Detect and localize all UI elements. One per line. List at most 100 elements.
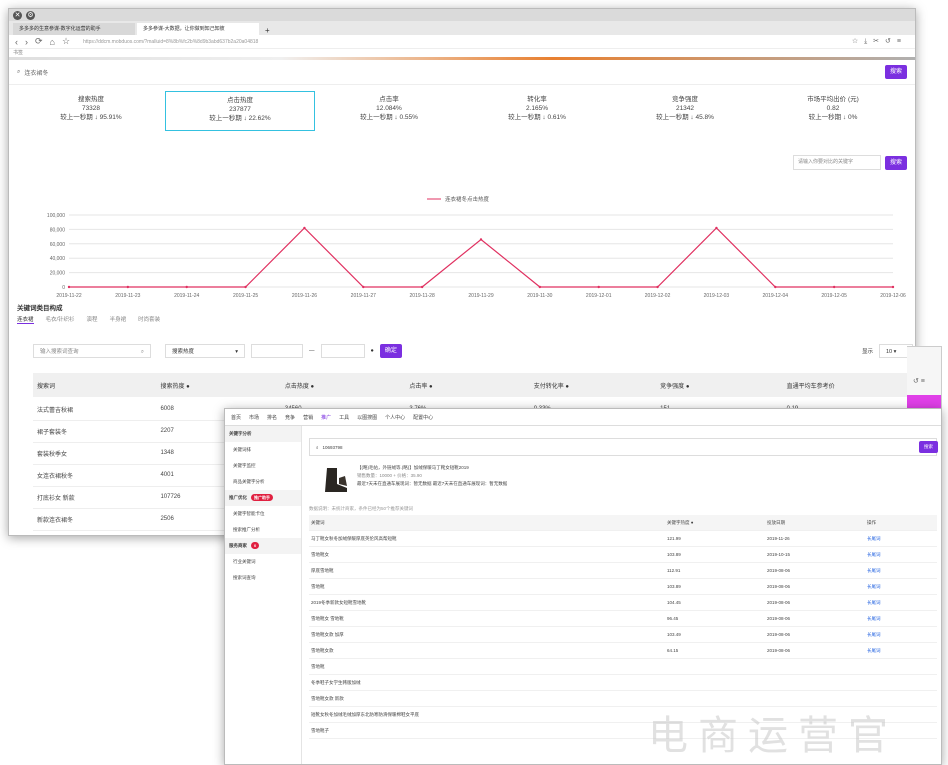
nav-item[interactable]: 排名 [267, 414, 277, 421]
header-competition[interactable]: 竞争强度 ● [660, 381, 786, 390]
data-point[interactable] [362, 285, 365, 289]
data-point[interactable] [715, 226, 718, 230]
confirm-button[interactable]: 确定 [379, 344, 402, 358]
tab-2[interactable]: 多多参谋-大数据，让你做到知己知彼 [137, 23, 259, 35]
header-search-heat[interactable]: 搜索热度 ● [160, 381, 284, 390]
long-tail-link[interactable]: 长尾词 [867, 584, 881, 590]
overlay-table-row[interactable]: 冬季鞋子女学生韩版加绒 [309, 675, 937, 691]
tab-category-dress[interactable]: 连衣裙 [17, 315, 34, 324]
reload-icon[interactable]: ⟳ [35, 36, 43, 47]
overlay-table-row[interactable]: 雪地靴女款 64.15 2019-08-06 长尾词 [309, 643, 937, 659]
header-click-heat[interactable]: 点击热度 ● [285, 381, 409, 390]
nav-item[interactable]: 竞争 [285, 414, 295, 421]
search-button[interactable]: 搜索 [884, 65, 907, 79]
nav-item[interactable]: 首页 [231, 414, 241, 421]
keyword-filter-input[interactable]: 输入搜索词查询 ⌕ [33, 344, 151, 358]
side-menu-group[interactable]: 服务商家 0 [225, 538, 301, 554]
long-tail-link[interactable]: 长尾词 [867, 632, 881, 638]
close-window-icon[interactable]: ✕ [13, 10, 22, 20]
overlay-table-row[interactable]: 厚底雪地靴 112.91 2019-08-06 长尾词 [309, 563, 937, 579]
overlay-table-row[interactable]: 雪地靴子 [309, 723, 937, 739]
data-point[interactable] [832, 285, 836, 289]
data-point[interactable] [479, 238, 483, 241]
data-point[interactable] [67, 285, 71, 289]
overlay-table-row[interactable]: 2019冬季新款女短靴雪地靴 104.45 2019-08-06 长尾词 [309, 595, 937, 611]
metric-select[interactable]: 搜索热度 ▾ [165, 344, 245, 358]
chart-legend[interactable]: 连衣裙冬点击热度 [445, 195, 490, 203]
long-tail-link[interactable]: 长尾词 [867, 616, 881, 622]
overlay-table-row[interactable]: 短靴女秋冬加绒毛绒加厚东北防寒防滑保暖棉鞋女平底 [309, 707, 937, 723]
side-menu-group[interactable]: 关键字分析 [225, 426, 301, 442]
header-ctr[interactable]: 点击率 ● [409, 381, 533, 390]
settings-icon[interactable]: ⚙ [26, 10, 35, 20]
product-id-input[interactable]: 10693798 [323, 445, 343, 450]
compare-keyword-input[interactable]: 请输入你要对比的关键字 [792, 155, 881, 170]
side-menu-group[interactable]: 推广优化 推广助手 [225, 490, 301, 506]
side-menu-item[interactable]: 搜索推广分析 [225, 522, 301, 538]
long-tail-link[interactable]: 长尾词 [867, 552, 881, 558]
new-tab-button[interactable]: + [265, 26, 270, 35]
col-heat[interactable]: 关键字热度 ● [667, 520, 767, 526]
window-controls-icon[interactable]: ↺ ≡ [913, 377, 925, 385]
data-point[interactable] [774, 285, 777, 289]
metric-search-heat[interactable]: 搜索热度 73328 较上一秒期 ↓ 95.91% [17, 91, 165, 131]
nav-item[interactable]: 工具 [339, 414, 349, 421]
nav-item[interactable]: 营销 [303, 414, 313, 421]
nav-item[interactable]: 以图搜图 [357, 414, 377, 421]
product-title[interactable]: 【(略)毛帖，外链绒等.(略)】加绒保暖马丁靴女短靴2019 [357, 464, 507, 472]
side-menu-item[interactable]: 关键词排 [225, 442, 301, 458]
data-point[interactable] [303, 226, 306, 230]
metric-click-heat[interactable]: 点击热度 237877 较上一秒期 ↓ 22.62% [165, 91, 315, 131]
data-point[interactable] [244, 285, 247, 289]
long-tail-link[interactable]: 长尾词 [867, 648, 881, 654]
nav-item[interactable]: 个人中心 [385, 414, 405, 421]
tab-category-sweater[interactable]: 毛衣/针织衫 [46, 315, 75, 324]
url-field[interactable]: https://ddcm.mobduos.com/?malluid=8%8b%f… [83, 39, 258, 45]
nav-item[interactable]: 市场 [249, 414, 259, 421]
tab-1[interactable]: 多多多的生意参谋-数字化运营的助手 [13, 23, 135, 35]
side-menu-item[interactable]: 商品关键字分析 [225, 474, 301, 490]
overlay-table-row[interactable]: 雪地靴女 103.89 2019-10-15 长尾词 [309, 547, 937, 563]
range-min-input[interactable] [251, 344, 303, 358]
data-point[interactable] [656, 285, 659, 289]
keyword-search-input[interactable]: 连衣裙冬 [24, 68, 48, 77]
data-point[interactable] [538, 285, 542, 289]
header-pay-conversion[interactable]: 支付转化率 ● [534, 381, 660, 390]
tab-category-skirt[interactable]: 半身裙 [110, 315, 127, 324]
browser-toolbar-icons[interactable]: ☆⤓✂↺≡ [852, 37, 907, 46]
data-point[interactable] [597, 285, 600, 289]
metric-competition[interactable]: 竞争强度 21342 较上一秒期 ↓ 45.8% [611, 91, 759, 131]
tab-category-set[interactable]: 时尚套装 [138, 315, 160, 324]
overlay-table-row[interactable]: 雪地靴女款 新款 [309, 691, 937, 707]
forward-icon[interactable]: › [25, 37, 28, 47]
data-point[interactable] [420, 285, 424, 289]
header-avg-price[interactable]: 直通平均车参考价 [787, 381, 913, 390]
range-max-input[interactable] [320, 344, 365, 358]
product-search-button[interactable]: 搜索 [919, 441, 938, 453]
overlay-table-row[interactable]: 雪地靴 103.89 2019-08-06 长尾词 [309, 579, 937, 595]
nav-item[interactable]: 推广 [321, 414, 331, 421]
long-tail-link[interactable]: 长尾词 [867, 600, 881, 606]
data-point[interactable] [126, 285, 130, 289]
overlay-table-row[interactable]: 雪地靴女 雪地靴 96.45 2019-08-06 长尾词 [309, 611, 937, 627]
overlay-table-row[interactable]: 马丁靴女秋冬加绒保暖厚底英伦风高帮短靴 121.99 2019-11-26 长尾词 [309, 531, 937, 547]
nav-item[interactable]: 配置中心 [413, 414, 433, 421]
metric-conversion[interactable]: 转化率 2.165% 较上一秒期 ↓ 0.61% [463, 91, 611, 131]
back-icon[interactable]: ‹ [15, 37, 18, 47]
bookmark-item[interactable]: 书签 [13, 50, 23, 56]
metric-avg-bid[interactable]: 市场平均出价 (元) 0.82 较上一秒期 ↓ 0% [759, 91, 907, 131]
long-tail-link[interactable]: 长尾词 [867, 568, 881, 574]
home-icon[interactable]: ⌂ [50, 37, 55, 47]
compare-search-button[interactable]: 搜索 [884, 155, 907, 170]
side-menu-item[interactable]: 关键字监控 [225, 458, 301, 474]
metric-ctr[interactable]: 点击率 12.084% 较上一秒期 ↓ 0.55% [315, 91, 463, 131]
side-menu-item[interactable]: 搜索词查询 [225, 570, 301, 586]
side-menu-item[interactable]: 关键字智能卡位 [225, 506, 301, 522]
side-menu-item[interactable]: 行业关键词 [225, 554, 301, 570]
overlay-table-row[interactable]: 雪地靴女款 加厚 103.49 2019-08-06 长尾词 [309, 627, 937, 643]
tab-category-3[interactable]: 演程 [87, 315, 98, 324]
data-point[interactable] [891, 285, 895, 289]
overlay-table-row[interactable]: 雪地靴 [309, 659, 937, 675]
data-point[interactable] [185, 285, 188, 289]
star-icon[interactable]: ☆ [62, 36, 70, 47]
